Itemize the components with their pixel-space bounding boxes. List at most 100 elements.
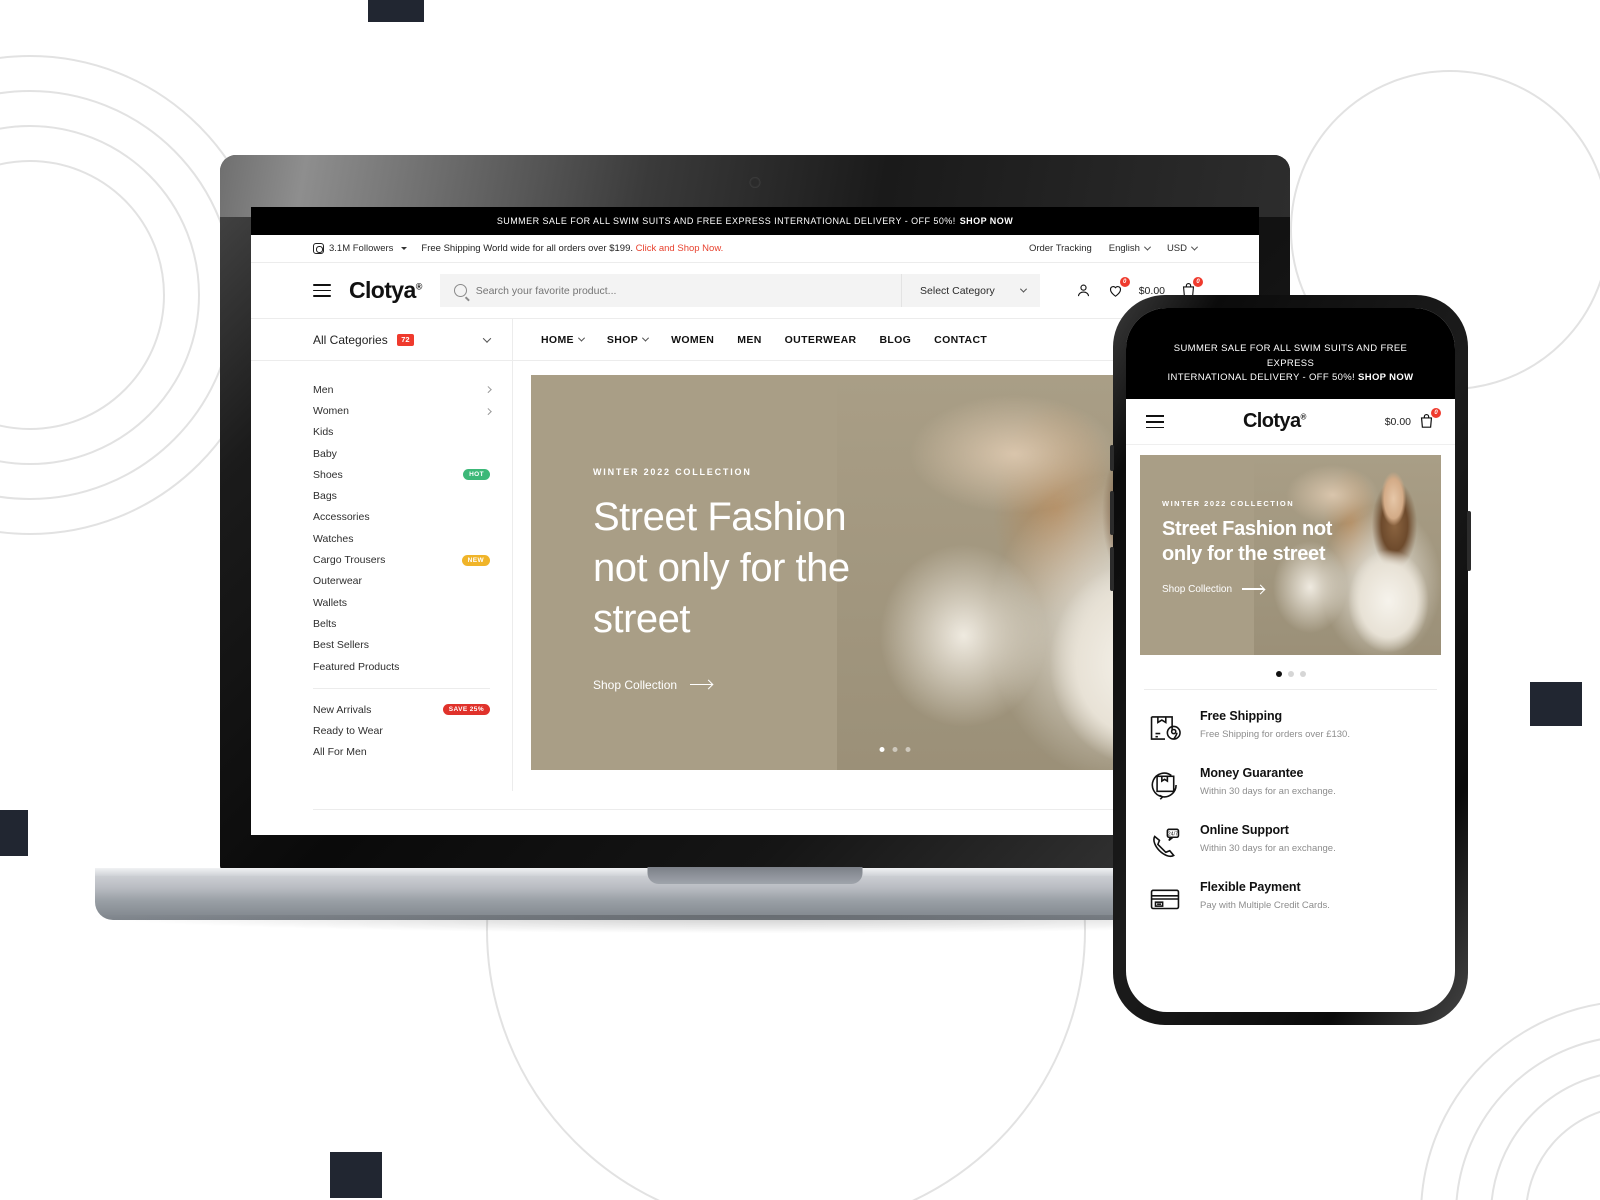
category-item-label: Ready to Wear	[313, 725, 383, 738]
laptop-webcam-icon	[749, 177, 761, 188]
chevron-down-icon	[1143, 243, 1151, 251]
category-item-belts[interactable]: Belts	[313, 613, 490, 634]
category-item-all-for-men[interactable]: All For Men	[313, 742, 490, 763]
nav-item-label: OUTERWEAR	[784, 333, 857, 346]
category-sidebar: Men Women Kids Baby Shoes HOT Bags Accessories W…	[251, 361, 513, 791]
category-item-kids[interactable]: Kids	[313, 422, 490, 443]
phone-header: Clotya® $0.00 0	[1126, 399, 1455, 446]
category-item-label: Best Sellers	[313, 639, 370, 652]
language-label: English	[1108, 243, 1140, 254]
phone-cart-icon[interactable]: 0	[1418, 408, 1441, 430]
free-shipping-icon	[1146, 709, 1184, 747]
online-support-icon: 24/7	[1146, 823, 1184, 861]
category-item-accessories[interactable]: Accessories	[313, 507, 490, 528]
below-fold-divider	[313, 809, 1197, 810]
phone-hero-cta-button[interactable]: Shop Collection	[1162, 584, 1332, 595]
nav-item-label: MEN	[737, 333, 762, 346]
category-item-label: Accessories	[313, 511, 370, 524]
phone-slider-dot[interactable]	[1275, 671, 1282, 678]
all-categories-toggle[interactable]: All Categories 72	[251, 319, 513, 360]
category-item-watches[interactable]: Watches	[313, 528, 490, 549]
nav-item-shop[interactable]: SHOP	[607, 334, 650, 346]
chevron-right-icon	[484, 386, 491, 393]
deco-square-right	[1530, 682, 1582, 726]
phone-slider-dot[interactable]	[1299, 671, 1306, 678]
category-item-men[interactable]: Men	[313, 379, 491, 400]
instagram-icon	[313, 243, 324, 254]
category-item-women[interactable]: Women	[313, 400, 491, 421]
phone-hero-slide: WINTER 2022 COLLECTION Street Fashion no…	[1140, 455, 1441, 656]
hero-slider-dot[interactable]	[879, 747, 885, 752]
nav-item-blog[interactable]: BLOG	[879, 334, 911, 346]
category-item-bags[interactable]: Bags	[313, 485, 490, 506]
cart-badge: 0	[1193, 277, 1203, 287]
topbar-left: 3.1M Followers Free Shipping World wide …	[313, 243, 723, 254]
hero-title-line-1: Street Fashion	[593, 495, 847, 539]
category-item-label: Women	[313, 404, 349, 417]
phone-cart[interactable]: $0.00 0	[1385, 408, 1441, 430]
category-tag-badge: HOT	[463, 469, 490, 481]
nav-item-women[interactable]: WOMEN	[671, 334, 714, 346]
currency-selector[interactable]: USD	[1167, 243, 1199, 254]
nav-item-contact[interactable]: CONTACT	[934, 334, 987, 346]
category-select[interactable]: Select Category	[901, 274, 1040, 307]
category-item-featured-products[interactable]: Featured Products	[313, 656, 490, 677]
category-tag-badge: SAVE 25%	[442, 704, 490, 716]
brand-name: Clotya	[349, 277, 416, 303]
below-fold-section	[251, 809, 1259, 835]
phone-brand-name: Clotya	[1242, 410, 1301, 433]
phone-brand-logo[interactable]: Clotya®	[1164, 410, 1385, 433]
nav-item-men[interactable]: MEN	[737, 334, 761, 346]
phone-feature-list: Free Shipping Free Shipping for orders ov…	[1126, 690, 1455, 918]
nav-item-label: WOMEN	[671, 333, 715, 346]
instagram-followers[interactable]: 3.1M Followers	[313, 243, 408, 254]
category-item-label: Outerwear	[313, 575, 363, 588]
category-item-cargo-trousers[interactable]: Cargo Trousers NEW	[313, 549, 490, 570]
deco-square-left	[0, 810, 28, 856]
order-tracking-link[interactable]: Order Tracking	[1029, 243, 1092, 254]
secondary-category-list: New Arrivals SAVE 25% Ready to Wear All For…	[313, 699, 490, 763]
chevron-down-icon	[642, 334, 650, 342]
utility-topbar: 3.1M Followers Free Shipping World wide …	[251, 235, 1259, 263]
category-item-shoes[interactable]: Shoes HOT	[313, 464, 490, 485]
phone-slider-dots[interactable]	[1126, 655, 1455, 689]
category-item-new-arrivals[interactable]: New Arrivals SAVE 25%	[313, 699, 490, 720]
topbar-right: Order Tracking English USD	[1029, 243, 1199, 254]
category-item-wallets[interactable]: Wallets	[313, 592, 490, 613]
phone-mockup: SUMMER SALE FOR ALL SWIM SUITS AND FREE …	[1110, 295, 1471, 1025]
phone-brand-registered-mark: ®	[1300, 412, 1306, 422]
hero-slider-dot[interactable]	[892, 747, 898, 752]
feature-item-money-guarantee: Money Guarantee Within 30 days for an exc…	[1126, 747, 1455, 804]
hero-eyebrow: WINTER 2022 COLLECTION	[593, 467, 752, 477]
category-item-label: Bags	[313, 490, 337, 503]
hero-slider-dots[interactable]	[879, 747, 911, 752]
hero-slider-dot[interactable]	[905, 747, 911, 752]
phone-menu-burger-icon[interactable]	[1146, 414, 1164, 429]
main-navbar: All Categories 72 HOME SHOP WOMEN MEN OUTERW…	[251, 319, 1259, 361]
category-item-label: Men	[313, 383, 334, 396]
brand-logo[interactable]: Clotya®	[349, 277, 422, 304]
phone-hero-copy: WINTER 2022 COLLECTION Street Fashion no…	[1162, 499, 1332, 594]
nav-item-outerwear[interactable]: OUTERWEAR	[785, 334, 857, 346]
phone-slider-dot[interactable]	[1287, 671, 1294, 678]
category-item-best-sellers[interactable]: Best Sellers	[313, 635, 490, 656]
category-item-label: Shoes	[313, 468, 343, 481]
search-input[interactable]	[475, 284, 902, 297]
category-list: Men Women Kids Baby Shoes HOT Bags Accessories W…	[313, 379, 491, 677]
hero-copy: WINTER 2022 COLLECTION Street Fashion no…	[593, 467, 850, 692]
wishlist-badge: 0	[1119, 277, 1130, 287]
category-item-outerwear[interactable]: Outerwear	[313, 571, 490, 592]
hero-cta-button[interactable]: Shop Collection	[593, 678, 850, 692]
shipping-notice-link[interactable]: Click and Shop Now.	[636, 243, 724, 254]
language-selector[interactable]: English	[1108, 243, 1151, 254]
nav-item-home[interactable]: HOME	[541, 334, 585, 346]
feature-item-online-support: 24/7 Online Support Within 30 days for an …	[1126, 804, 1455, 861]
menu-burger-icon[interactable]	[313, 284, 331, 297]
promo-banner-cta[interactable]: SHOP NOW	[960, 216, 1013, 226]
category-item-baby[interactable]: Baby	[313, 443, 490, 464]
brand-registered-mark: ®	[415, 281, 423, 292]
phone-promo-cta[interactable]: SHOP NOW	[1358, 372, 1413, 383]
account-icon[interactable]	[1075, 282, 1092, 299]
category-item-ready-to-wear[interactable]: Ready to Wear	[313, 720, 490, 741]
phone-volume-down-button	[1110, 547, 1114, 591]
